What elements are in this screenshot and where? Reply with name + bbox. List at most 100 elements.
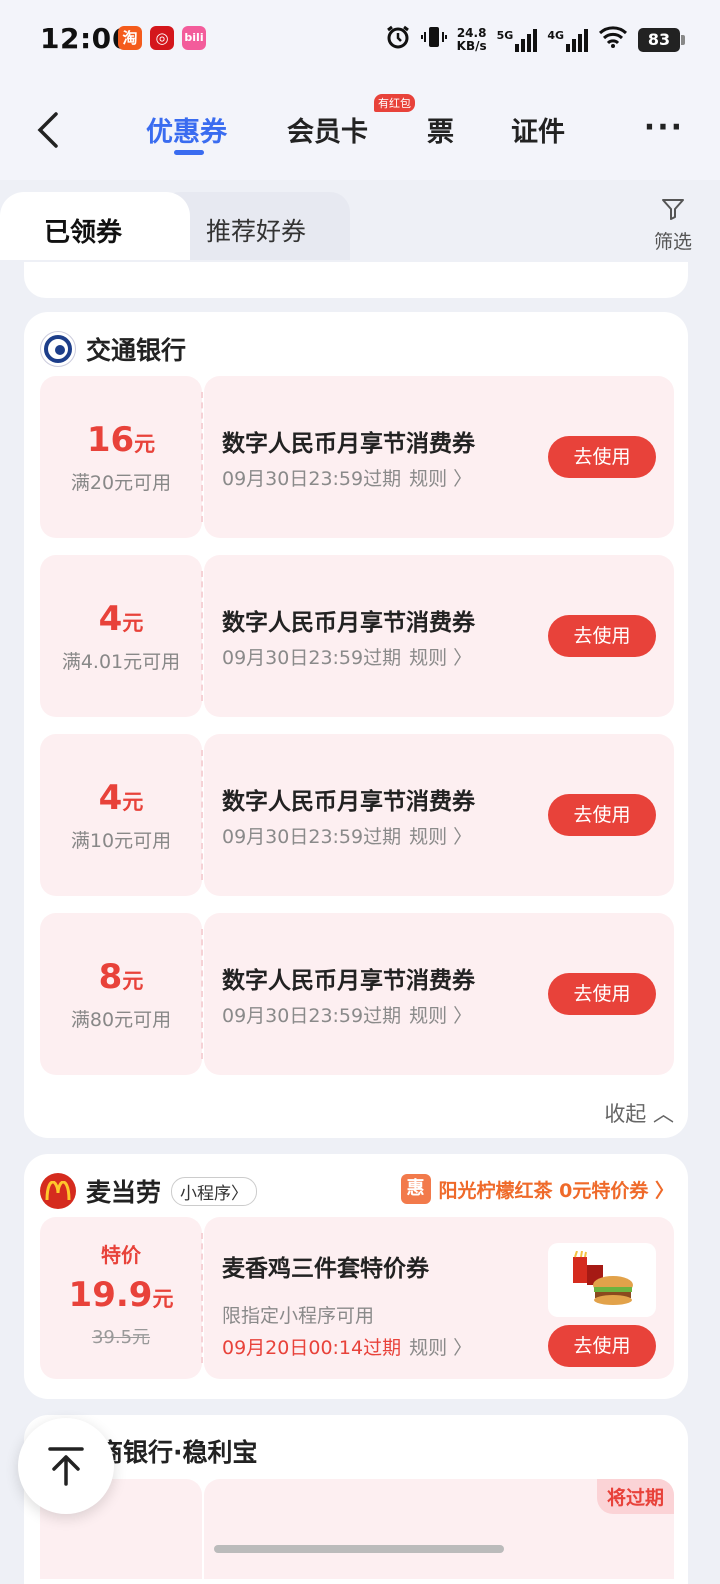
use-coupon-button[interactable]: 去使用 xyxy=(548,794,656,836)
coupon-condition: 满4.01元可用 xyxy=(61,651,181,673)
dashed-divider xyxy=(201,1233,203,1363)
coupon-item[interactable]: 4元 满4.01元可用 数字人民币月享节消费券 09月30日23:59过期 规则 … xyxy=(40,555,674,717)
coupon-info-panel: 数字人民币月享节消费券 09月30日23:59过期 规则 〉 去使用 xyxy=(204,555,674,717)
bank-name: 交通银行 xyxy=(86,336,187,365)
card-header: 交通银行 xyxy=(40,330,186,368)
coupon-info-panel: 麦香鸡三件套特价券 限指定小程序可用 09月20日00:14过期 规则 〉 去使用 xyxy=(204,1217,674,1379)
mcdonalds-logo-icon xyxy=(40,1173,76,1209)
bank-logo-icon xyxy=(40,331,76,367)
use-coupon-button[interactable]: 去使用 xyxy=(548,615,656,657)
use-coupon-button[interactable]: 去使用 xyxy=(548,436,656,478)
tab-tickets[interactable]: 票 xyxy=(427,110,454,149)
signal-4g-icon: 4G xyxy=(547,28,588,52)
tab-documents[interactable]: 证件 xyxy=(511,110,565,149)
coupon-amount: 4元 xyxy=(98,778,144,818)
back-button[interactable] xyxy=(30,108,66,152)
subtab-claimed-label: 已领券 xyxy=(44,218,123,248)
taobao-app-icon: 淘 xyxy=(118,26,142,50)
promo-text: 阳光柠檬红茶 0元特价券 〉 xyxy=(438,1179,674,1202)
coupon-expiry: 09月20日00:14过期 规则 〉 xyxy=(222,1337,473,1359)
expiring-badge: 将过期 xyxy=(596,1479,674,1514)
dashed-divider xyxy=(201,392,203,522)
tab-coupons[interactable]: 优惠券 xyxy=(146,110,227,149)
alarm-icon xyxy=(385,24,411,56)
coupon-expiry: 09月30日23:59过期 规则 〉 xyxy=(222,1005,473,1027)
filter-label: 筛选 xyxy=(653,231,692,253)
status-bar: 12:06 淘 ◎ bili 24.8 KB/s 5G 4G 83 xyxy=(0,0,720,80)
rules-link[interactable]: 规则 〉 xyxy=(409,826,472,848)
coupon-item[interactable]: 4元 满10元可用 数字人民币月享节消费券 09月30日23:59过期 规则 〉 … xyxy=(40,734,674,896)
brand-name: 麦当劳 xyxy=(86,1178,162,1207)
coupon-expiry: 09月30日23:59过期 规则 〉 xyxy=(222,468,473,490)
coupon-condition: 满20元可用 xyxy=(70,472,172,494)
use-coupon-button[interactable]: 去使用 xyxy=(548,973,656,1015)
promo-link[interactable]: 惠 阳光柠檬红茶 0元特价券 〉 xyxy=(400,1174,674,1204)
battery-icon: 83 xyxy=(638,28,685,52)
dashed-divider xyxy=(201,571,203,701)
red-packet-badge: 有红包 xyxy=(374,94,415,112)
dashed-divider xyxy=(201,929,203,1059)
active-tab-indicator xyxy=(174,150,204,155)
coupon-title: 数字人民币月享节消费券 xyxy=(222,968,475,994)
coupon-value-panel: 特价 19.9元 39.5元 xyxy=(40,1217,202,1379)
bilibili-app-icon: bili xyxy=(182,26,206,50)
back-to-top-button[interactable] xyxy=(18,1418,114,1514)
coupon-expiry: 09月30日23:59过期 规则 〉 xyxy=(222,647,473,669)
coupon-condition: 满80元可用 xyxy=(70,1009,172,1031)
meal-product-image xyxy=(548,1243,656,1317)
top-nav: 优惠券 会员卡 有红包 票 证件 ··· xyxy=(0,80,720,180)
filter-button[interactable]: 筛选 xyxy=(654,196,692,254)
coupon-value-panel: 8元 满80元可用 xyxy=(40,913,202,1075)
icbc-coupon-card: 商银行·稳利宝 将过期 xyxy=(24,1415,688,1584)
coupon-info-panel: 数字人民币月享节消费券 09月30日23:59过期 规则 〉 去使用 xyxy=(204,376,674,538)
signal-5g-icon: 5G xyxy=(497,28,538,52)
coupon-value-panel: 4元 满4.01元可用 xyxy=(40,555,202,717)
brand-name: 商银行·稳利宝 xyxy=(98,1438,258,1467)
rules-link[interactable]: 规则 〉 xyxy=(409,1005,472,1027)
coupon-title: 数字人民币月享节消费券 xyxy=(222,789,475,815)
coupon-item[interactable]: 将过期 xyxy=(40,1479,674,1579)
coupon-value-panel: 4元 满10元可用 xyxy=(40,734,202,896)
coupon-item[interactable]: 特价 19.9元 39.5元 麦香鸡三件套特价券 限指定小程序可用 09月20日… xyxy=(40,1217,674,1379)
filter-icon xyxy=(661,199,684,220)
coupon-expiry: 09月30日23:59过期 规则 〉 xyxy=(222,826,473,848)
previous-card-bottom xyxy=(24,262,688,298)
coupon-condition: 满10元可用 xyxy=(70,830,172,852)
coupon-amount: 4元 xyxy=(98,599,144,639)
tab-membership-card[interactable]: 会员卡 xyxy=(287,110,368,149)
vibrate-icon xyxy=(420,24,447,56)
coupon-info-panel: 数字人民币月享节消费券 09月30日23:59过期 规则 〉 去使用 xyxy=(204,913,674,1075)
rules-link[interactable]: 规则 〉 xyxy=(409,647,472,669)
wifi-icon xyxy=(598,25,628,55)
coupon-item[interactable]: 8元 满80元可用 数字人民币月享节消费券 09月30日23:59过期 规则 〉 … xyxy=(40,913,674,1075)
coupon-title: 数字人民币月享节消费券 xyxy=(222,431,475,457)
home-indicator[interactable] xyxy=(214,1545,504,1553)
mini-program-tag[interactable]: 小程序〉 xyxy=(171,1176,258,1206)
coupon-info-panel: 将过期 xyxy=(204,1479,674,1579)
mcdonalds-coupon-card: 麦当劳 小程序〉 惠 阳光柠檬红茶 0元特价券 〉 特价 19.9元 39.5元… xyxy=(24,1154,688,1399)
arrow-up-icon xyxy=(48,1447,84,1486)
dashed-divider xyxy=(201,750,203,880)
rules-link[interactable]: 规则 〉 xyxy=(409,1337,472,1359)
special-price-label: 特价 xyxy=(101,1243,141,1267)
coupon-amount: 16元 xyxy=(86,420,156,460)
use-coupon-button[interactable]: 去使用 xyxy=(548,1325,656,1367)
coupon-usage-note: 限指定小程序可用 xyxy=(222,1305,375,1327)
coupon-title: 麦香鸡三件套特价券 xyxy=(222,1256,429,1282)
more-options-button[interactable]: ··· xyxy=(644,110,684,145)
net-speed: 24.8 KB/s xyxy=(456,26,487,53)
collapse-button[interactable]: 收起 ︿ xyxy=(604,1098,674,1128)
coupon-info-panel: 数字人民币月享节消费券 09月30日23:59过期 规则 〉 去使用 xyxy=(204,734,674,896)
subtab-recommended[interactable]: 推荐好券 xyxy=(206,212,306,248)
bank-coupon-card: 交通银行 16元 满20元可用 数字人民币月享节消费券 09月30日23:59过… xyxy=(24,312,688,1138)
coupon-title: 数字人民币月享节消费券 xyxy=(222,610,475,636)
bank-app-icon: ◎ xyxy=(150,26,174,50)
rules-link[interactable]: 规则 〉 xyxy=(409,468,472,490)
discount-badge: 惠 xyxy=(400,1174,431,1204)
coupon-amount: 8元 xyxy=(98,957,144,997)
original-price: 39.5元 xyxy=(91,1327,151,1348)
coupon-item[interactable]: 16元 满20元可用 数字人民币月享节消费券 09月30日23:59过期 规则 〉… xyxy=(40,376,674,538)
chevron-left-icon xyxy=(37,112,58,148)
special-price: 19.9元 xyxy=(68,1275,174,1315)
card-header: 麦当劳 小程序〉 xyxy=(40,1172,258,1210)
